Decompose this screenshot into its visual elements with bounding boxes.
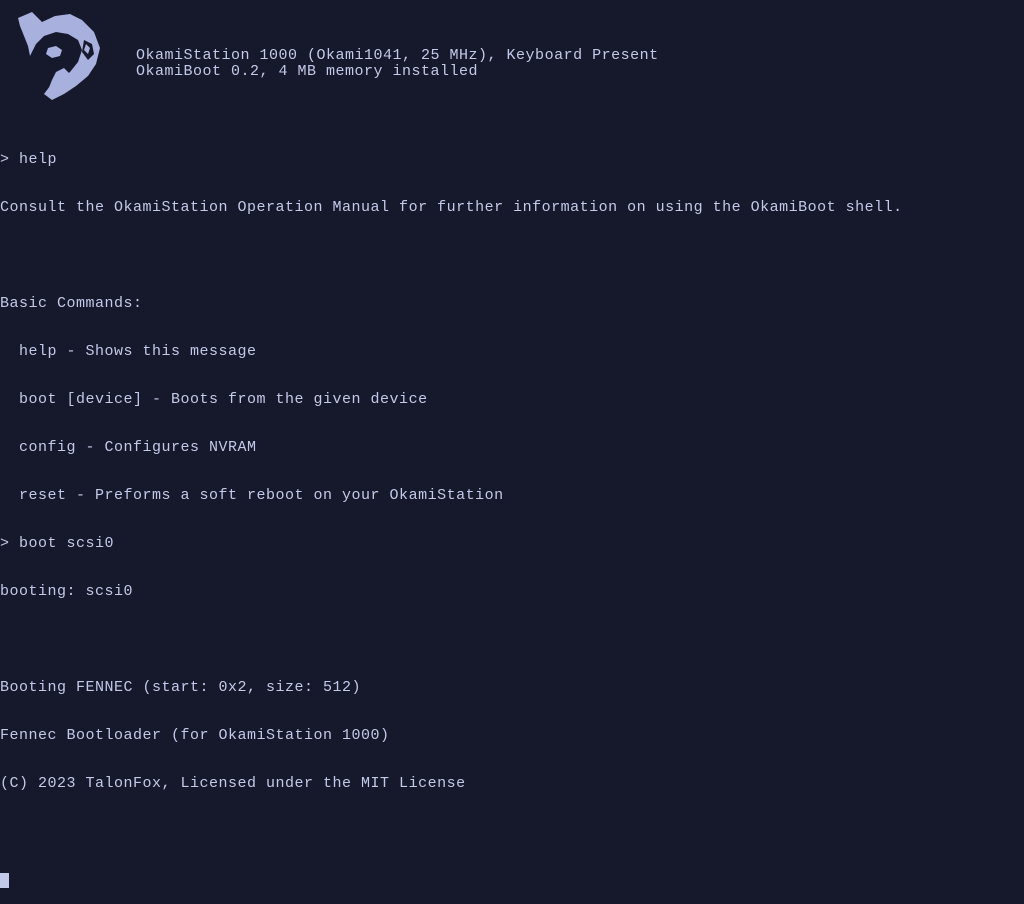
cursor-icon: [0, 873, 9, 888]
terminal-line: booting: scsi0: [0, 584, 1024, 600]
terminal-line: Fennec Bootloader (for OkamiStation 1000…: [0, 728, 1024, 744]
bootloader-info-line: OkamiBoot 0.2, 4 MB memory installed: [136, 64, 659, 80]
boot-header: OkamiStation 1000 (Okami1041, 25 MHz), K…: [0, 0, 1024, 120]
terminal-output[interactable]: > help Consult the OkamiStation Operatio…: [0, 120, 1024, 904]
terminal-line: reset - Preforms a soft reboot on your O…: [0, 488, 1024, 504]
system-info-line: OkamiStation 1000 (Okami1041, 25 MHz), K…: [136, 48, 659, 64]
terminal-line: (C) 2023 TalonFox, Licensed under the MI…: [0, 776, 1024, 792]
terminal-line: [0, 632, 1024, 648]
terminal-line: Consult the OkamiStation Operation Manua…: [0, 200, 1024, 216]
cursor-line: [0, 872, 1024, 888]
terminal-line: config - Configures NVRAM: [0, 440, 1024, 456]
terminal-line: > help: [0, 152, 1024, 168]
terminal-line: Booting FENNEC (start: 0x2, size: 512): [0, 680, 1024, 696]
boot-header-text: OkamiStation 1000 (Okami1041, 25 MHz), K…: [136, 0, 659, 80]
terminal-line: > boot scsi0: [0, 536, 1024, 552]
terminal-line: boot [device] - Boots from the given dev…: [0, 392, 1024, 408]
terminal-line: help - Shows this message: [0, 344, 1024, 360]
terminal-line: [0, 824, 1024, 840]
wolf-logo-icon: [0, 0, 120, 120]
terminal-line: Basic Commands:: [0, 296, 1024, 312]
terminal-line: [0, 248, 1024, 264]
